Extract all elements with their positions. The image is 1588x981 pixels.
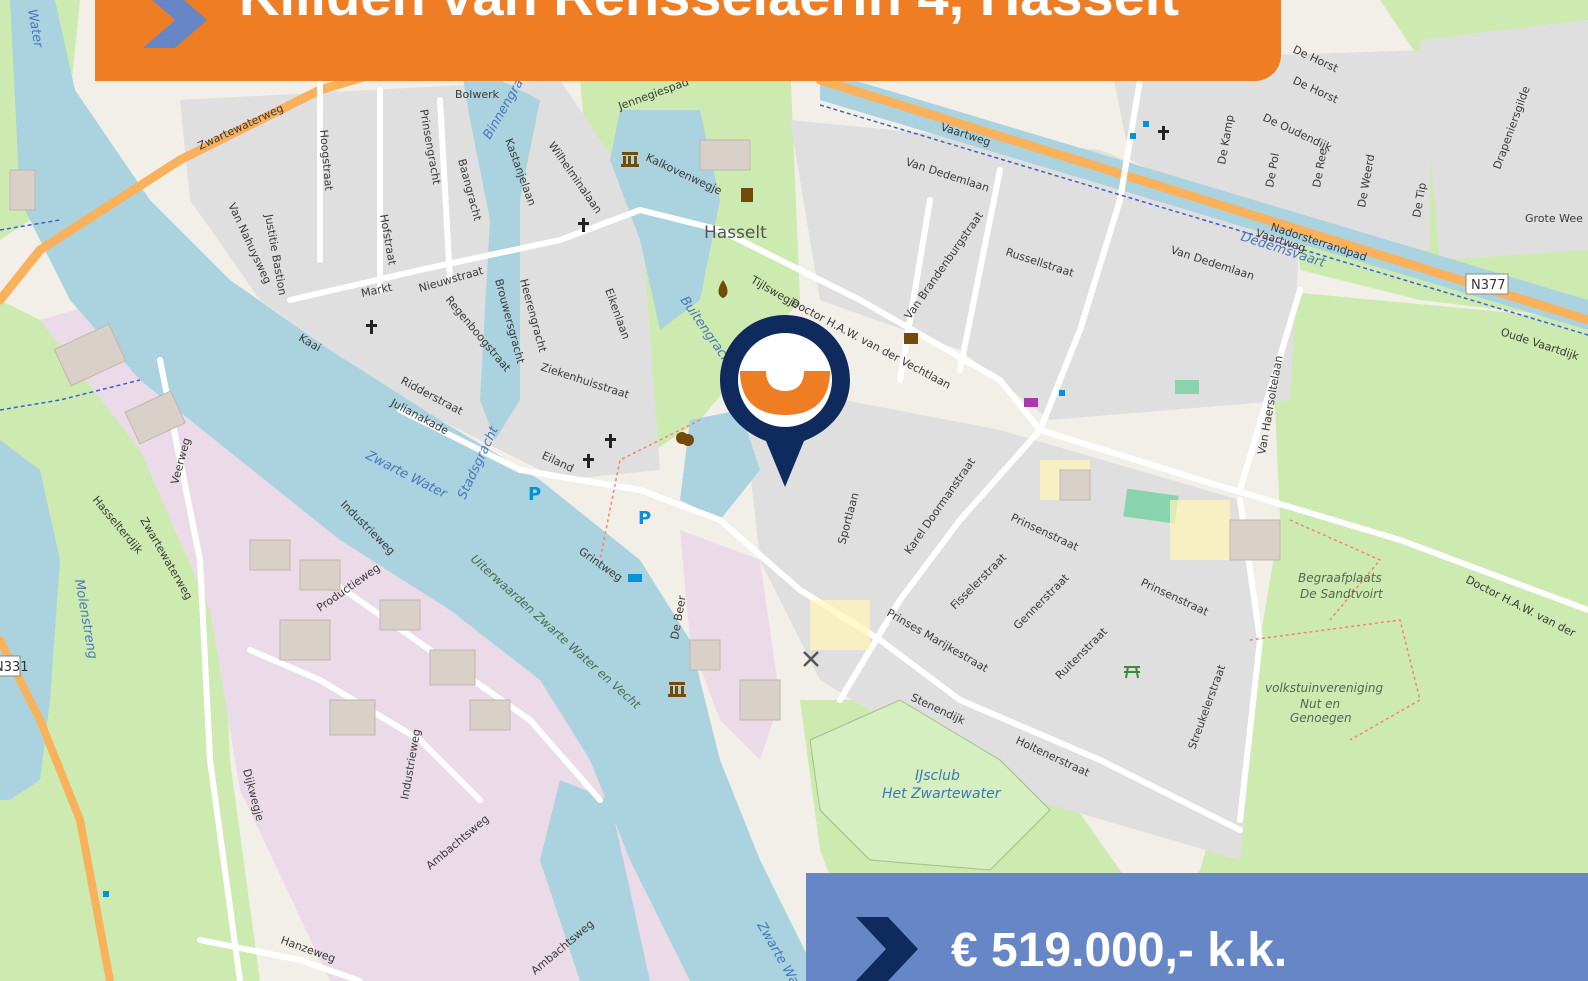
chevron-right-icon (856, 917, 918, 981)
svg-text:N377: N377 (1471, 278, 1506, 293)
landuse-label: Begraafplaats (1298, 571, 1382, 585)
landuse-label: volkstuinvereniging (1265, 681, 1384, 695)
svg-text:N331: N331 (0, 660, 29, 675)
address-banner: Kiliden van Rensselaerin 4, Hasselt (95, 0, 1281, 81)
road-label: Bolwerk (455, 88, 500, 101)
shop-icon (1024, 398, 1038, 407)
listing-address: Kiliden van Rensselaerin 4, Hasselt (239, 0, 1179, 29)
svg-text:P: P (638, 508, 651, 529)
place-label: Hasselt (704, 223, 767, 243)
listing-price: € 519.000,- k.k. (951, 924, 1288, 977)
road-shield: N377 (1465, 273, 1509, 295)
library-icon (904, 333, 918, 344)
svg-text:P: P (528, 484, 541, 505)
caravan-icon (628, 574, 642, 582)
landuse-label: IJsclub (915, 768, 960, 784)
landuse-label: Het Zwartewater (882, 786, 1002, 802)
landuse-label: Nut en (1300, 697, 1340, 711)
landuse-label: De Sandtvoirt (1300, 587, 1384, 601)
chevron-right-icon (143, 0, 207, 48)
landuse-label: Genoegen (1290, 711, 1352, 725)
price-banner: € 519.000,- k.k. (806, 873, 1588, 981)
location-pin-icon[interactable] (718, 311, 852, 491)
police-icon (741, 188, 753, 202)
road-label: Grote Wee (1525, 212, 1583, 225)
